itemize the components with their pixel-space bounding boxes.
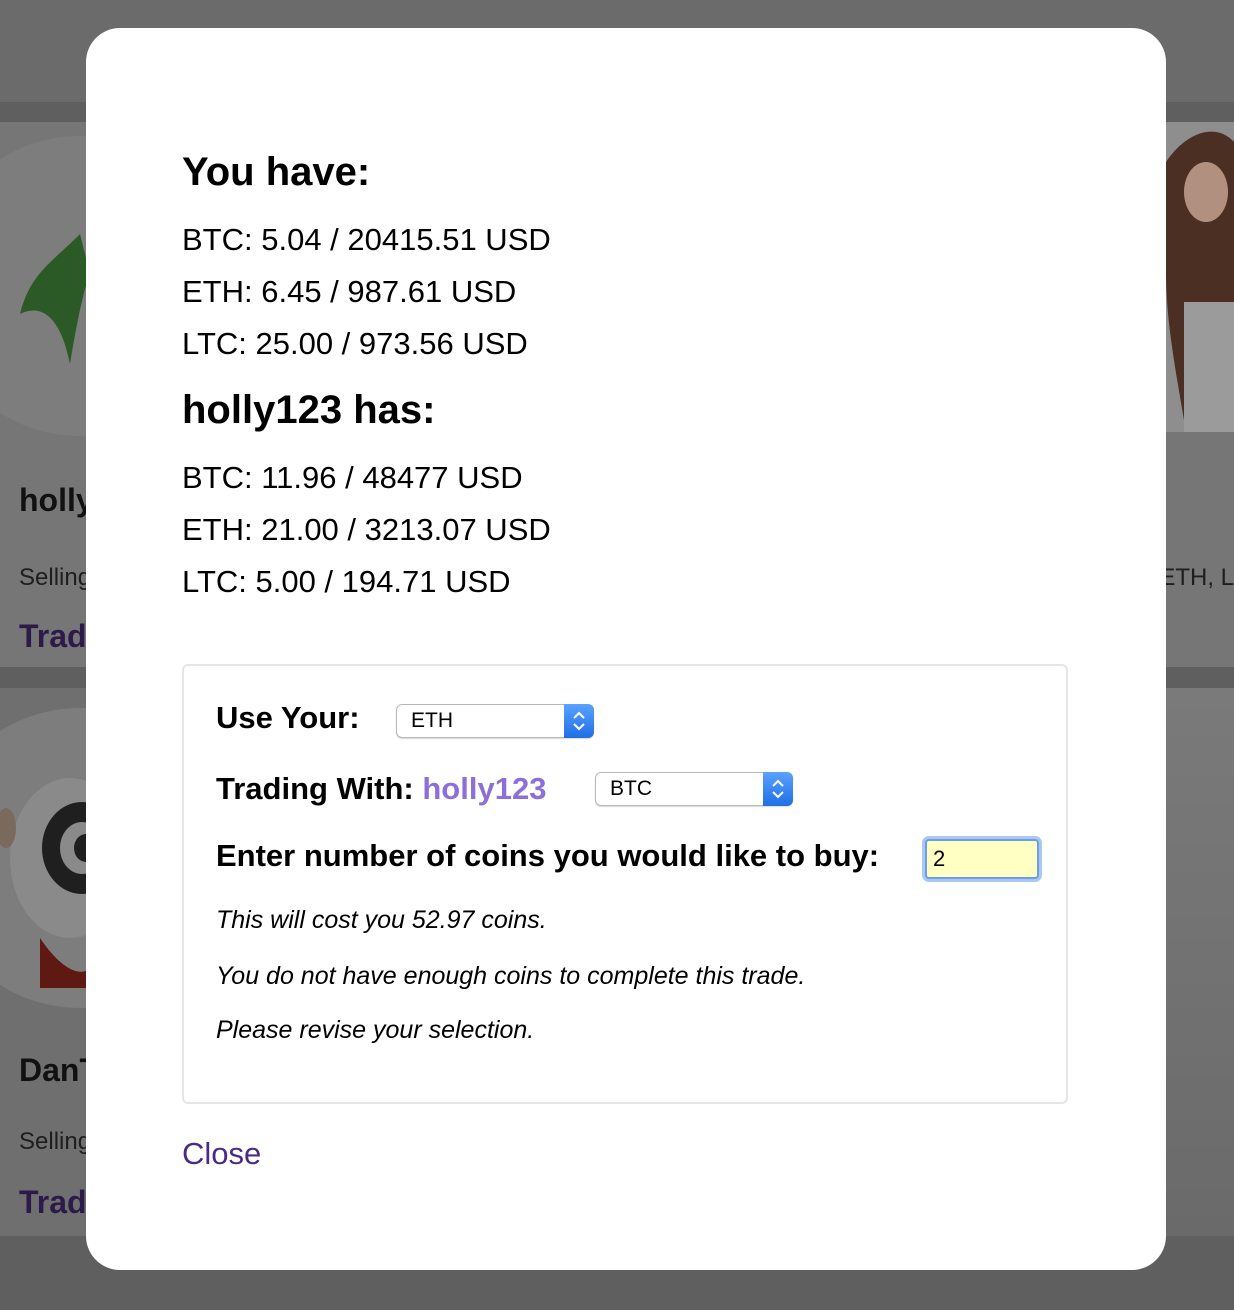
card-trade-link[interactable]: Trad bbox=[19, 618, 87, 655]
trading-with-text: Trading With: bbox=[216, 771, 414, 806]
leaf-icon bbox=[20, 234, 90, 364]
revise-note: Please revise your selection. bbox=[216, 1016, 535, 1044]
peer-balance-eth: ETH: 21.00 / 3213.07 USD bbox=[182, 512, 551, 547]
peer-balance-ltc: LTC: 5.00 / 194.71 USD bbox=[182, 564, 511, 599]
peer-balance-heading: holly123 has: bbox=[182, 388, 436, 432]
your-balance-heading: You have: bbox=[182, 150, 371, 194]
card-trade-link[interactable]: Trad bbox=[19, 1184, 87, 1221]
panda-icon bbox=[0, 778, 90, 988]
your-balance-eth: ETH: 6.45 / 987.61 USD bbox=[182, 274, 517, 309]
close-link[interactable]: Close bbox=[182, 1136, 261, 1172]
peer-balance-btc: BTC: 11.96 / 48477 USD bbox=[182, 460, 523, 495]
trading-peer-name: holly123 bbox=[422, 771, 547, 806]
quantity-input[interactable] bbox=[925, 839, 1039, 879]
use-your-label: Use Your: bbox=[216, 700, 360, 735]
your-balance-btc: BTC: 5.04 / 20415.51 USD bbox=[182, 222, 551, 257]
trade-form: Use Your: ETH Trading With: holly123 BTC bbox=[182, 664, 1068, 1104]
select-arrows-icon bbox=[763, 772, 793, 806]
your-balance-ltc: LTC: 25.00 / 973.56 USD bbox=[182, 326, 528, 361]
trading-with-selected-value: BTC bbox=[610, 777, 652, 800]
trading-with-label: Trading With: holly123 bbox=[216, 771, 546, 807]
use-your-selected-value: ETH bbox=[411, 709, 453, 732]
card-selling-text: Selling bbox=[19, 564, 92, 591]
card-username: holly bbox=[19, 482, 94, 518]
trade-modal: You have: BTC: 5.04 / 20415.51 USD ETH: … bbox=[86, 28, 1166, 1270]
profile-photo bbox=[1166, 122, 1234, 432]
background-photo bbox=[1166, 688, 1234, 1236]
use-your-select[interactable]: ETH bbox=[396, 704, 594, 738]
select-arrows-icon bbox=[564, 704, 594, 738]
card-selling-text-right: ETH, L bbox=[1159, 564, 1234, 591]
trading-with-select[interactable]: BTC bbox=[595, 772, 793, 806]
insufficient-funds-note: You do not have enough coins to complete… bbox=[216, 962, 806, 990]
quantity-label: Enter number of coins you would like to … bbox=[216, 838, 880, 873]
card-selling-text: Selling bbox=[19, 1128, 92, 1155]
cost-note: This will cost you 52.97 coins. bbox=[216, 906, 547, 934]
